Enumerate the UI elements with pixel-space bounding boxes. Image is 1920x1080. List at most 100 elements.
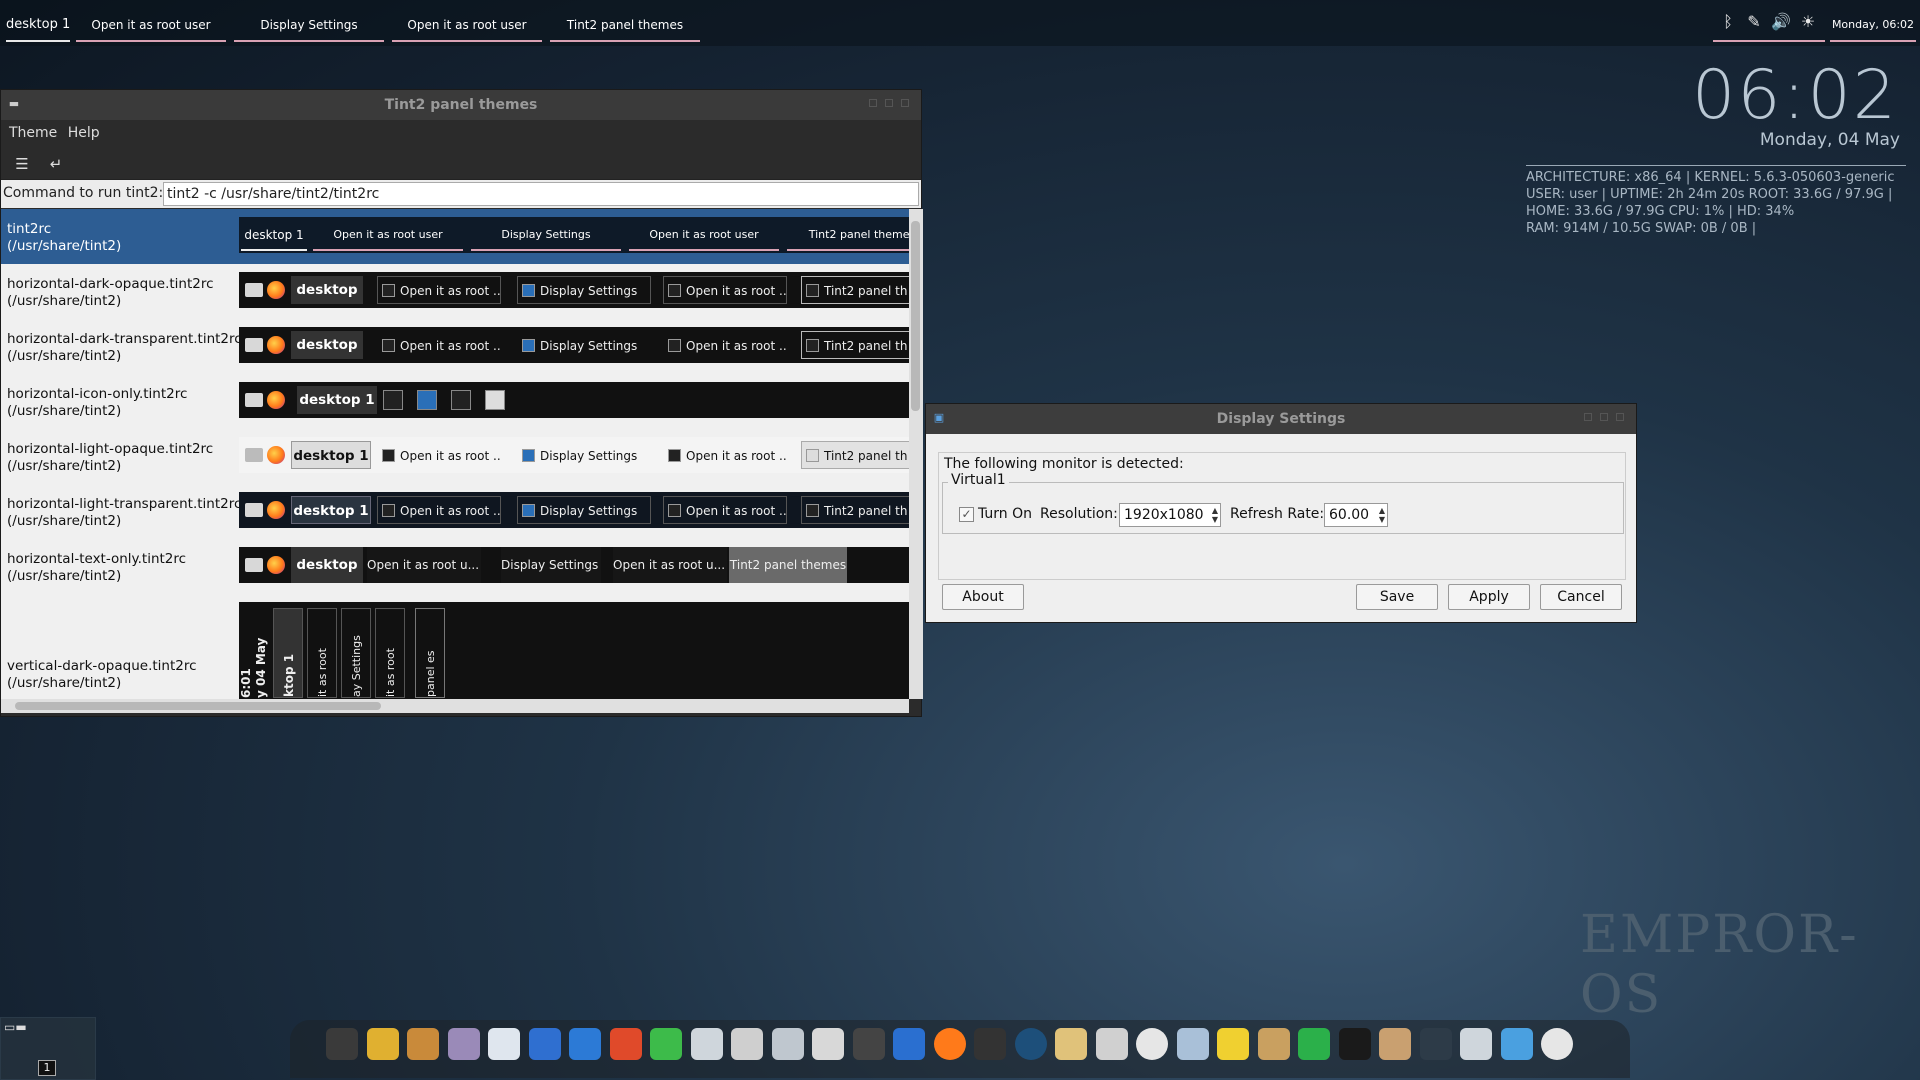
scanner-icon[interactable]: [1176, 1028, 1209, 1060]
editor-icon[interactable]: [1217, 1028, 1249, 1060]
preview-task: Open it as root user: [313, 221, 463, 251]
command-input[interactable]: [163, 182, 919, 206]
system-monitor-icon[interactable]: [1338, 1028, 1371, 1060]
theme-row-horizontal-dark-transparent[interactable]: horizontal-dark-transparent.tint2rc (/usr…: [1, 319, 909, 374]
close-button[interactable]: [1616, 413, 1624, 421]
phone-icon[interactable]: [771, 1028, 804, 1060]
pet-icon[interactable]: [366, 1028, 399, 1060]
volume-icon[interactable]: 🔊: [1771, 12, 1791, 32]
preview-task: Display Settings: [471, 221, 621, 251]
preview-task: Display Settings: [517, 276, 651, 304]
enter-icon[interactable]: ↵: [45, 153, 67, 175]
weather-icon[interactable]: ☀: [1798, 12, 1818, 32]
compass-icon[interactable]: [1014, 1028, 1047, 1060]
monitor-app-icon[interactable]: [852, 1028, 885, 1060]
theme-row-horizontal-icon-only[interactable]: horizontal-icon-only.tint2rc (/usr/share/…: [1, 374, 909, 429]
vertical-scrollbar[interactable]: [909, 209, 923, 699]
remote-icon[interactable]: [812, 1028, 844, 1060]
conky-line-4: RAM: 914M / 10.5G SWAP: 0B / 0B |: [1526, 221, 1757, 236]
bluetooth-icon[interactable]: [893, 1028, 925, 1060]
writer-icon[interactable]: [528, 1028, 561, 1060]
document-viewer-icon[interactable]: [488, 1028, 520, 1060]
power-icon[interactable]: [1541, 1028, 1573, 1060]
cancel-button[interactable]: Cancel: [1540, 584, 1622, 610]
scrollbar-thumb[interactable]: [15, 702, 381, 710]
theme-preview: desktop 1 Open it as root user Display S…: [239, 217, 909, 253]
apply-button[interactable]: Apply: [1448, 584, 1530, 610]
firefox-icon[interactable]: [933, 1028, 966, 1060]
minimize-button[interactable]: [1584, 413, 1592, 421]
theme-row-horizontal-text-only[interactable]: horizontal-text-only.tint2rc (/usr/share/…: [1, 539, 909, 594]
theme-preview: desktop 1 Open it as root ... Display Se…: [239, 272, 909, 308]
theme-name: horizontal-text-only.tint2rc (/usr/share/…: [7, 551, 187, 584]
resolution-label: Resolution:: [1040, 506, 1118, 522]
maximize-button[interactable]: [1600, 413, 1608, 421]
detected-label: The following monitor is detected:: [944, 456, 1184, 472]
horizontal-scrollbar[interactable]: [1, 699, 909, 713]
drive-icon[interactable]: [1095, 1028, 1128, 1060]
about-button[interactable]: About: [942, 584, 1024, 610]
theme-row-horizontal-light-transparent[interactable]: horizontal-light-transparent.tint2rc (/us…: [1, 484, 909, 539]
close-button[interactable]: [901, 99, 909, 107]
taskbar-item-display-settings[interactable]: Display Settings: [234, 6, 384, 42]
workspace-number[interactable]: 1: [38, 1060, 56, 1076]
folder-icon[interactable]: [1500, 1028, 1533, 1060]
boxes-icon[interactable]: [1379, 1028, 1411, 1060]
turn-on-checkbox[interactable]: ✓: [959, 507, 974, 522]
terminal-icon: [245, 283, 263, 297]
spin-arrows-icon: ▲ ▼: [1378, 506, 1385, 524]
preview-desktop: desktop 1: [291, 331, 363, 359]
theme-row-horizontal-dark-opaque[interactable]: horizontal-dark-opaque.tint2rc (/usr/shar…: [1, 264, 909, 319]
media-player-icon[interactable]: [974, 1028, 1006, 1060]
preview-task: Open it as root ...: [663, 276, 787, 304]
menu-help[interactable]: Help: [68, 125, 100, 141]
theme-preview: desktop 1 Open it as root ... Display Se…: [239, 437, 909, 473]
printer-icon[interactable]: [690, 1028, 723, 1060]
maximize-button[interactable]: [885, 99, 893, 107]
refresh-rate-select[interactable]: 60.00 ▲ ▼: [1324, 503, 1388, 527]
archive-icon[interactable]: [407, 1028, 439, 1060]
theme-row-horizontal-light-opaque[interactable]: horizontal-light-opaque.tint2rc (/usr/sha…: [1, 429, 909, 484]
save-button[interactable]: Save: [1356, 584, 1438, 610]
display-app-icon: ▣: [933, 411, 945, 424]
preview-task: Open it as root user: [629, 221, 779, 251]
disc-icon[interactable]: [1136, 1028, 1168, 1060]
qt-icon[interactable]: [650, 1028, 682, 1060]
toolbar: ☰ ↵: [1, 146, 921, 180]
window-thumbnail-icon: ▭▬: [4, 1020, 27, 1034]
vscode-icon[interactable]: [569, 1028, 601, 1060]
theme-row-tint2rc[interactable]: tint2rc (/usr/share/tint2) desktop 1 Open…: [1, 209, 909, 264]
resolution-select[interactable]: 1920x1080 ▲ ▼: [1119, 503, 1221, 527]
terminal-icon[interactable]: [326, 1028, 358, 1060]
taskbar-item-open-root-2[interactable]: Open it as root user: [392, 6, 542, 42]
files-icon[interactable]: [1055, 1028, 1087, 1060]
screenshot-icon[interactable]: [1460, 1028, 1492, 1060]
desktop-switcher[interactable]: desktop 1: [6, 6, 70, 42]
sync-icon[interactable]: [1298, 1028, 1330, 1060]
minimize-button[interactable]: [869, 99, 877, 107]
geany-icon[interactable]: [447, 1028, 480, 1060]
menu-theme[interactable]: Theme: [9, 125, 57, 141]
scrollbar-thumb[interactable]: [911, 221, 920, 411]
taskbar-item-open-root-1[interactable]: Open it as root user: [76, 6, 226, 42]
theme-row-vertical-dark-opaque[interactable]: vertical-dark-opaque.tint2rc (/usr/share/…: [1, 594, 909, 699]
preview-task: Open it as root ...: [377, 331, 501, 359]
display-icon[interactable]: [1419, 1028, 1452, 1060]
window-app-icon: ▬: [8, 97, 20, 110]
list-icon[interactable]: ☰: [11, 153, 33, 175]
camera-icon[interactable]: [731, 1028, 763, 1060]
taskbar-item-tint2-themes[interactable]: Tint2 panel themes: [550, 6, 700, 42]
window-titlebar[interactable]: ▣ Display Settings: [926, 404, 1636, 434]
network-icon[interactable]: ✎: [1744, 12, 1764, 32]
window-titlebar[interactable]: ▬ Tint2 panel themes: [1, 90, 921, 120]
firefox-icon: [267, 336, 285, 354]
package-icon[interactable]: [1257, 1028, 1290, 1060]
panel-clock[interactable]: Monday, 06:02: [1830, 6, 1916, 42]
preview-task: Display Settings: [517, 496, 651, 524]
office-icon[interactable]: [609, 1028, 642, 1060]
preview-vertical-task: it as root: [375, 608, 405, 698]
bluetooth-icon[interactable]: ᛒ: [1718, 12, 1738, 32]
preview-task: Display Settings: [517, 331, 651, 359]
preview-task-icon: [417, 390, 437, 410]
theme-preview: desktop 1 Open it as root ... Display Se…: [239, 492, 909, 528]
